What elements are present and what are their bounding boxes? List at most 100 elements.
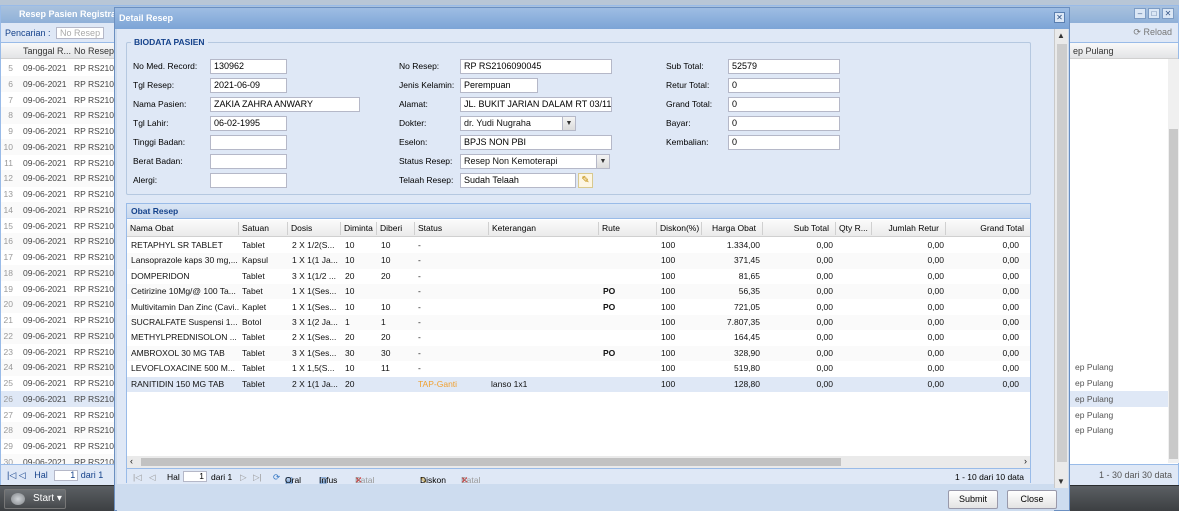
retur-total-field[interactable]: 0: [728, 78, 840, 93]
nama-field[interactable]: ZAKIA ZAHRA ANWARY: [210, 97, 360, 112]
obat-row[interactable]: AMBROXOL 30 MG TAB Tablet 3 X 1(Ses... 30 30…: [127, 345, 1030, 362]
background-row[interactable]: 15 09-06-2021 RP RS210: [1, 218, 121, 234]
pager-input[interactable]: 1: [54, 470, 79, 481]
bayar-field[interactable]: 0: [728, 116, 840, 131]
obat-column-0[interactable]: Nama Obat: [127, 222, 238, 235]
background-scrollbar[interactable]: [1168, 59, 1179, 463]
obat-column-7[interactable]: Rute: [598, 222, 656, 235]
hscroll-thumb[interactable]: [141, 458, 841, 466]
sub-total-field[interactable]: 52579: [728, 59, 840, 74]
background-row[interactable]: 27 09-06-2021 RP RS210: [1, 407, 121, 423]
search-input[interactable]: No Resep: [56, 27, 105, 39]
background-row[interactable]: 21 09-06-2021 RP RS210: [1, 312, 121, 328]
obat-row[interactable]: LEVOFLOXACINE 500 M... Tablet 1 X 1,5(S...…: [127, 361, 1030, 376]
tinggi-field[interactable]: [210, 135, 287, 150]
obat-column-5[interactable]: Status: [414, 222, 488, 235]
background-row[interactable]: 17 09-06-2021 RP RS210: [1, 249, 121, 265]
background-row[interactable]: 7 09-06-2021 RP RS210: [1, 92, 121, 108]
background-row[interactable]: 6 09-06-2021 RP RS210: [1, 75, 121, 93]
jenis-kelamin-field[interactable]: Perempuan: [460, 78, 538, 93]
first-page-icon[interactable]: |◁ ◁: [7, 470, 26, 480]
scroll-right-icon[interactable]: ›: [1024, 456, 1027, 466]
eselon-field[interactable]: BPJS NON PBI: [460, 135, 612, 150]
obat-column-8[interactable]: Diskon(%): [656, 222, 701, 235]
background-row[interactable]: 13 09-06-2021 RP RS210: [1, 186, 121, 202]
background-row[interactable]: 5 09-06-2021 RP RS210: [1, 60, 121, 76]
obat-column-3[interactable]: Diminta: [340, 222, 376, 235]
obat-column-13[interactable]: Grand Total: [945, 222, 1030, 235]
obat-column-2[interactable]: Dosis: [287, 222, 340, 235]
background-row[interactable]: 29 09-06-2021 RP RS210: [1, 438, 121, 454]
alergi-field[interactable]: [210, 173, 287, 188]
obat-row[interactable]: Cetirizine 10Mg/@ 100 Ta... Tabet 1 X 1(Se…: [127, 284, 1030, 300]
grand-total-field[interactable]: 0: [728, 97, 840, 112]
close-icon[interactable]: ✕: [1162, 8, 1174, 19]
hal-input[interactable]: 1: [183, 471, 207, 482]
column-tanggal[interactable]: Tanggal R...: [23, 46, 71, 56]
background-row[interactable]: 19 09-06-2021 RP RS210: [1, 281, 121, 297]
obat-row[interactable]: RETAPHYL SR TABLET Tablet 2 X 1/2(S... 10 10…: [127, 238, 1030, 253]
obat-row[interactable]: RANITIDIN 150 MG TAB Tablet 2 X 1(1 Ja... 2…: [127, 376, 1030, 392]
refresh-icon[interactable]: ⟳: [273, 472, 280, 483]
alamat-field[interactable]: JL. BUKIT JARIAN DALAM RT 03/11 KE: [460, 97, 612, 112]
background-row[interactable]: 8 09-06-2021 RP RS210: [1, 107, 121, 124]
chevron-down-icon[interactable]: ▼: [562, 117, 575, 130]
tgl-resep-field[interactable]: 2021-06-09: [210, 78, 287, 93]
obat-row[interactable]: Multivitamin Dan Zinc (Cavi... Kaplet 1 X …: [127, 300, 1030, 315]
scroll-up-icon[interactable]: ▲: [1057, 31, 1065, 40]
obat-column-10[interactable]: Sub Total: [762, 222, 835, 235]
obat-hscroll[interactable]: ‹ ›: [127, 456, 1030, 468]
obat-column-4[interactable]: Diberi: [376, 222, 414, 235]
background-row[interactable]: 24 09-06-2021 RP RS210: [1, 359, 121, 376]
background-row[interactable]: 9 09-06-2021 RP RS210: [1, 123, 121, 139]
background-row[interactable]: 28 09-06-2021 RP RS210: [1, 422, 121, 439]
scroll-left-icon[interactable]: ‹: [130, 456, 133, 466]
obat-row[interactable]: SUCRALFATE Suspensi 1... Botol 3 X 1(2 Ja.…: [127, 315, 1030, 331]
tgl-lahir-field[interactable]: 06-02-1995: [210, 116, 287, 131]
background-row[interactable]: 16 09-06-2021 RP RS210: [1, 233, 121, 250]
maximize-icon[interactable]: □: [1148, 8, 1160, 19]
kembalian-field[interactable]: 0: [728, 135, 840, 150]
background-row[interactable]: 25 09-06-2021 RP RS210: [1, 375, 121, 391]
submit-button[interactable]: Submit: [948, 490, 998, 509]
no-rm-field[interactable]: 130962: [210, 59, 287, 74]
minimize-icon[interactable]: –: [1134, 8, 1146, 19]
prev-page-icon[interactable]: ◁: [149, 472, 156, 483]
first-page-icon[interactable]: |◁: [133, 472, 142, 483]
obat-row[interactable]: Lansoprazole kaps 30 mg,... Kapsul 1 X 1(1…: [127, 253, 1030, 269]
obat-column-9[interactable]: Harga Obat: [701, 222, 762, 235]
last-page-icon[interactable]: ▷|: [253, 472, 262, 483]
dialog-scrollbar[interactable]: ▲ ▼: [1054, 29, 1068, 488]
dialog-scroll-thumb[interactable]: [1057, 44, 1067, 462]
background-row[interactable]: 12 09-06-2021 RP RS210: [1, 170, 121, 187]
close-button[interactable]: Close: [1007, 490, 1057, 509]
background-row[interactable]: 10 09-06-2021 RP RS210: [1, 138, 121, 156]
telaah-field[interactable]: Sudah Telaah: [460, 173, 576, 188]
column-right[interactable]: ep Pulang: [1073, 46, 1114, 56]
reload-button[interactable]: ⟳ Reload: [1133, 27, 1172, 38]
background-row[interactable]: 11 09-06-2021 RP RS210: [1, 155, 121, 171]
obat-column-12[interactable]: Jumlah Retur: [871, 222, 945, 235]
obat-row[interactable]: METHYLPREDNISOLON ... Tablet 2 X 1(Ses... 2…: [127, 330, 1030, 345]
chevron-down-icon[interactable]: ▼: [596, 155, 609, 168]
next-page-icon[interactable]: ▷: [240, 472, 247, 483]
background-row[interactable]: 20 09-06-2021 RP RS210: [1, 296, 121, 313]
dokter-select[interactable]: dr. Yudi Nugraha ▼: [460, 116, 576, 131]
scroll-down-icon[interactable]: ▼: [1057, 477, 1065, 486]
obat-column-11[interactable]: Qty R...: [835, 222, 871, 235]
status-resep-select[interactable]: Resep Non Kemoterapi ▼: [460, 154, 610, 169]
no-resep-field[interactable]: RP RS2106090045: [460, 59, 612, 74]
background-row[interactable]: 23 09-06-2021 RP RS210: [1, 344, 121, 360]
background-row[interactable]: 14 09-06-2021 RP RS210: [1, 201, 121, 219]
column-no-resep[interactable]: No Resep: [74, 46, 114, 56]
obat-column-6[interactable]: Keterangan: [488, 222, 598, 235]
edit-telaah-icon[interactable]: ✎: [578, 173, 593, 188]
obat-row[interactable]: DOMPERIDON Tablet 3 X 1(1/2 ... 20 20 - 100 81,…: [127, 269, 1030, 284]
background-row[interactable]: 22 09-06-2021 RP RS210: [1, 327, 121, 345]
scrollbar-thumb[interactable]: [1169, 129, 1178, 459]
obat-column-1[interactable]: Satuan: [238, 222, 287, 235]
background-row[interactable]: 18 09-06-2021 RP RS210: [1, 264, 121, 282]
dialog-close-icon[interactable]: ✕: [1054, 12, 1065, 23]
berat-field[interactable]: [210, 154, 287, 169]
start-button[interactable]: Start ▾: [4, 489, 66, 509]
